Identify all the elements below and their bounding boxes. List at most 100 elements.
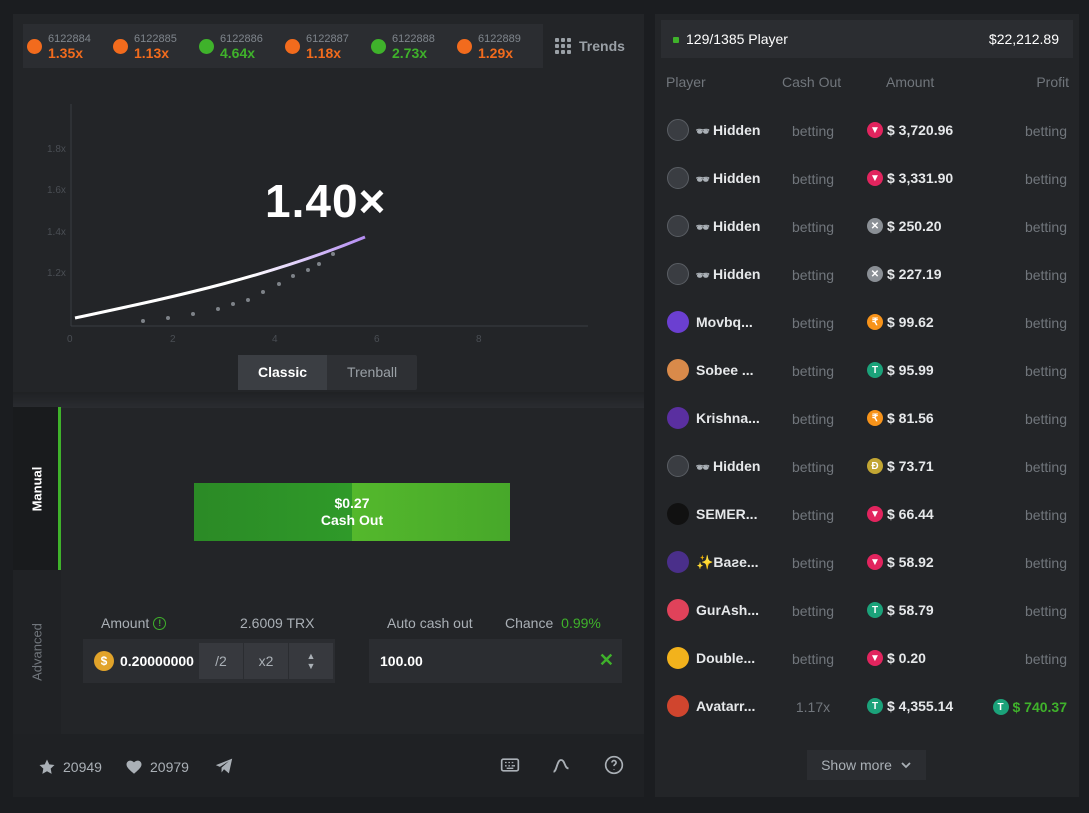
player-row[interactable]: Double... betting ▼ $ 0.20 betting [655, 638, 1079, 686]
player-amount: ▼ $ 58.92 [867, 554, 934, 570]
y-tick-label: 1.4x [47, 227, 66, 238]
avatar [667, 551, 689, 573]
tab-manual[interactable]: Manual [13, 407, 61, 570]
total-bet-amount: $22,212.89 [988, 31, 1059, 47]
amount-stepper[interactable]: ▲ ▼ [289, 643, 333, 679]
chance-value: 0.99% [561, 615, 601, 631]
bet-amount-input[interactable]: 0.20000000 [120, 653, 198, 669]
player-amount: ✕ $ 227.19 [867, 266, 942, 282]
column-header-amount: Amount [886, 74, 935, 90]
tab-advanced-label: Advanced [29, 623, 45, 681]
player-profit-value: betting [1024, 651, 1067, 667]
history-item[interactable]: 6122889 1.29x [457, 32, 543, 60]
history-item[interactable]: 6122885 1.13x [113, 32, 199, 60]
y-tick-label: 1.2x [47, 268, 66, 279]
double-bet-button[interactable]: x2 [244, 643, 288, 679]
player-row[interactable]: 🕶 Hidden betting ▼ $ 3,720.96 betting [655, 110, 1079, 158]
like-button[interactable]: 20979 [125, 758, 189, 776]
player-amount: ₹ $ 99.62 [867, 314, 934, 330]
player-row[interactable]: 🕶 Hidden betting ▼ $ 3,331.90 betting [655, 158, 1079, 206]
amount-label: Amount [101, 615, 150, 631]
trx-token-icon: ▼ [867, 170, 883, 186]
player-row[interactable]: GurAsh... betting T $ 58.79 betting [655, 590, 1079, 638]
player-profit: betting [1025, 651, 1067, 667]
player-row[interactable]: 🕶 Hidden betting ✕ $ 227.19 betting [655, 254, 1079, 302]
player-amount-value: $ 66.44 [887, 506, 934, 522]
player-name-text: Hidden [712, 266, 761, 282]
show-more-button[interactable]: Show more [807, 750, 926, 780]
player-amount: ✕ $ 250.20 [867, 218, 942, 234]
info-icon[interactable]: ! [153, 616, 167, 630]
round-id: 6122884 [48, 33, 91, 45]
player-profit: betting [1025, 267, 1067, 283]
favorite-count: 20949 [63, 759, 102, 775]
keyboard-icon[interactable] [500, 755, 520, 775]
player-amount-value: $ 250.20 [887, 218, 942, 234]
amount-label-group: Amount ! [101, 615, 167, 631]
hidden-user-avatar [667, 263, 689, 285]
player-cashout-value: betting [791, 267, 835, 283]
player-profit-value: betting [1024, 363, 1067, 379]
tab-classic[interactable]: Classic [238, 355, 328, 390]
player-profit-value: betting [1024, 123, 1067, 139]
player-name: ✨Baƨe... [696, 554, 759, 571]
incognito-icon: 🕶 [696, 462, 710, 474]
trends-button[interactable]: Trends [555, 38, 625, 54]
telegram-share-icon[interactable] [214, 757, 234, 775]
incognito-icon: 🕶 [696, 126, 710, 138]
player-amount: T $ 95.99 [867, 362, 934, 378]
player-row[interactable]: Movbq... betting ₹ $ 99.62 betting [655, 302, 1079, 350]
y-tick-label: 1.6x [47, 185, 66, 196]
player-profit: betting [1025, 411, 1067, 427]
column-header-profit: Profit [1036, 74, 1069, 90]
player-name-text: Movbq... [696, 314, 753, 330]
clear-icon[interactable]: ✕ [599, 650, 614, 671]
player-name-text: GurAsh... [696, 602, 760, 618]
incognito-icon: 🕶 [696, 222, 710, 234]
player-profit: betting [1025, 171, 1067, 187]
btc-token-icon: ₹ [867, 314, 883, 330]
history-item[interactable]: 6122887 1.18x [285, 32, 371, 60]
history-item[interactable]: 6122888 2.73x [371, 32, 457, 60]
avatar [667, 359, 689, 381]
player-name-text: Hidden [712, 170, 761, 186]
favorite-button[interactable]: 20949 [38, 758, 102, 776]
history-item[interactable]: 6122886 4.64x [199, 32, 285, 60]
stats-curve-icon[interactable] [551, 755, 571, 775]
history-item[interactable]: 6122884 1.35x [27, 32, 113, 60]
player-profit-value: $ 740.37 [1012, 699, 1068, 715]
incognito-icon: 🕶 [696, 174, 710, 186]
half-bet-button[interactable]: /2 [199, 643, 243, 679]
x-tick-label: 6 [374, 334, 380, 345]
player-row[interactable]: Avatarr... 1.17x T $ 4,355.14 T $ 740.37 [655, 686, 1079, 734]
player-cashout-value: betting [791, 651, 835, 667]
player-profit: betting [1025, 603, 1067, 619]
trx-token-icon: ▼ [867, 506, 883, 522]
usdt-token-icon: T [867, 602, 883, 618]
player-cashout-value: betting [791, 555, 835, 571]
cash-out-button[interactable]: $0.27 Cash Out [194, 483, 510, 541]
player-row[interactable]: Krishna... betting ₹ $ 81.56 betting [655, 398, 1079, 446]
column-header-player: Player [666, 74, 706, 90]
chevron-up-icon: ▲ [306, 651, 316, 661]
auto-cashout-input[interactable]: 100.00 [380, 653, 423, 669]
auto-cashout-label: Auto cash out [387, 615, 473, 631]
round-multiplier: 1.13x [134, 45, 170, 61]
player-amount: ▼ $ 3,331.90 [867, 170, 953, 186]
player-cashout-value: betting [791, 507, 835, 523]
player-row[interactable]: 🕶 Hidden betting ✕ $ 250.20 betting [655, 206, 1079, 254]
player-row[interactable]: ✨Baƨe... betting ▼ $ 58.92 betting [655, 542, 1079, 590]
player-profit-value: betting [1024, 603, 1067, 619]
player-amount-value: $ 81.56 [887, 410, 934, 426]
player-count: 129/1385 Player [686, 31, 788, 47]
incognito-icon: 🕶 [696, 270, 710, 282]
player-row[interactable]: 🕶 Hidden betting Đ $ 73.71 betting [655, 446, 1079, 494]
player-amount: ▼ $ 3,720.96 [867, 122, 953, 138]
history-dot-icon [285, 38, 300, 54]
player-row[interactable]: Sobee ... betting T $ 95.99 betting [655, 350, 1079, 398]
player-amount: ▼ $ 66.44 [867, 506, 934, 522]
help-icon[interactable] [604, 755, 624, 775]
tab-trenball[interactable]: Trenball [327, 355, 417, 390]
player-name-text: Hidden [712, 218, 761, 234]
player-row[interactable]: SEMER... betting ▼ $ 66.44 betting [655, 494, 1079, 542]
